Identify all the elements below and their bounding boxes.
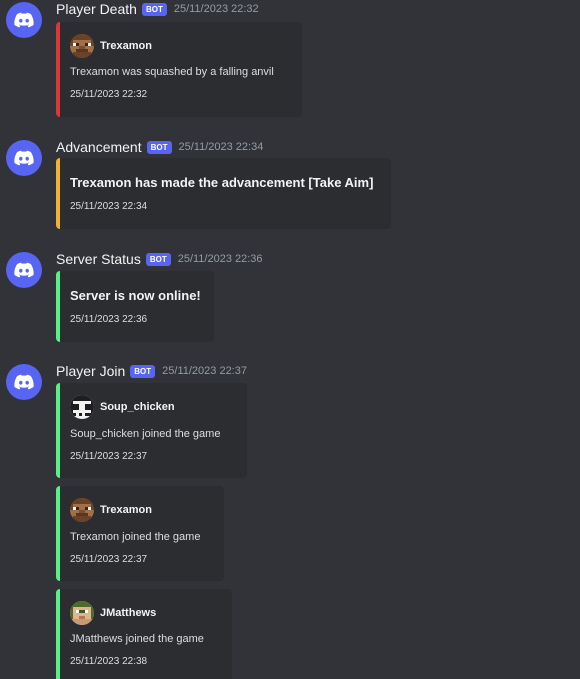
author-name[interactable]: Advancement (56, 139, 142, 155)
soup-chicken-head-icon (70, 395, 94, 419)
embed-description: JMatthews joined the game (70, 633, 204, 645)
embed: Trexamon Trexamon was squashed by a fall… (56, 22, 302, 117)
bot-tag: BOT (141, 2, 167, 16)
embed-author-name: Trexamon (100, 504, 152, 516)
message-timestamp[interactable]: 25/11/2023 22:36 (178, 253, 263, 265)
embed-author-name: Trexamon (100, 40, 152, 52)
embed-footer: 25/11/2023 22:38 (70, 656, 148, 667)
author-name[interactable]: Server Status (56, 251, 141, 267)
bot-avatar[interactable] (6, 140, 42, 176)
embed-footer: 25/11/2023 22:34 (70, 201, 148, 212)
embed-title: Trexamon has made the advancement [Take … (70, 175, 374, 190)
message-header: Player Death BOT 25/11/2023 22:32 (56, 0, 259, 18)
message-timestamp[interactable]: 25/11/2023 22:37 (162, 365, 247, 377)
embed-description: Trexamon was squashed by a falling anvil (70, 66, 274, 78)
bot-tag: BOT (146, 140, 172, 154)
embed-author-name: JMatthews (100, 607, 157, 619)
author-name[interactable]: Player Death (56, 1, 137, 17)
embed: JMatthews JMatthews joined the game 25/1… (56, 589, 232, 679)
message-header: Player Join BOT 25/11/2023 22:37 (56, 362, 247, 380)
bot-tag: BOT (130, 364, 156, 378)
message-header: Server Status BOT 25/11/2023 22:36 (56, 250, 263, 268)
message-timestamp[interactable]: 25/11/2023 22:34 (179, 141, 264, 153)
trexamon-head-icon (70, 34, 94, 58)
discord-logo-icon (13, 147, 35, 169)
embed-footer: 25/11/2023 22:37 (70, 554, 148, 565)
bot-avatar[interactable] (6, 2, 42, 38)
embed-footer: 25/11/2023 22:37 (70, 451, 148, 462)
embed-author: Trexamon (70, 498, 152, 522)
jmatthews-head-icon (70, 601, 94, 625)
embed-footer: 25/11/2023 22:32 (70, 89, 148, 100)
embed-title: Server is now online! (70, 288, 201, 303)
embed-author: JMatthews (70, 601, 156, 625)
author-name[interactable]: Player Join (56, 363, 125, 379)
discord-logo-icon (13, 371, 35, 393)
discord-logo-icon (13, 9, 35, 31)
embed-author: Trexamon (70, 34, 152, 58)
embed-footer: 25/11/2023 22:36 (70, 314, 148, 325)
embed-description: Trexamon joined the game (70, 531, 201, 543)
bot-avatar[interactable] (6, 252, 42, 288)
trexamon-head-icon (70, 498, 94, 522)
bot-avatar[interactable] (6, 364, 42, 400)
embed: Soup_chicken Soup_chicken joined the gam… (56, 383, 247, 478)
discord-logo-icon (13, 259, 35, 281)
embed-author: Soup_chicken (70, 395, 175, 419)
message-header: Advancement BOT 25/11/2023 22:34 (56, 138, 263, 156)
embed-description: Soup_chicken joined the game (70, 428, 221, 440)
embed: Trexamon has made the advancement [Take … (56, 158, 391, 229)
embed: Server is now online! 25/11/2023 22:36 (56, 271, 214, 342)
bot-tag: BOT (145, 252, 171, 266)
message-timestamp[interactable]: 25/11/2023 22:32 (174, 3, 259, 15)
embed-author-name: Soup_chicken (100, 401, 175, 413)
message-feed: Player Death BOT 25/11/2023 22:32 Trexam… (0, 0, 580, 679)
embed: Trexamon Trexamon joined the game 25/11/… (56, 486, 224, 581)
